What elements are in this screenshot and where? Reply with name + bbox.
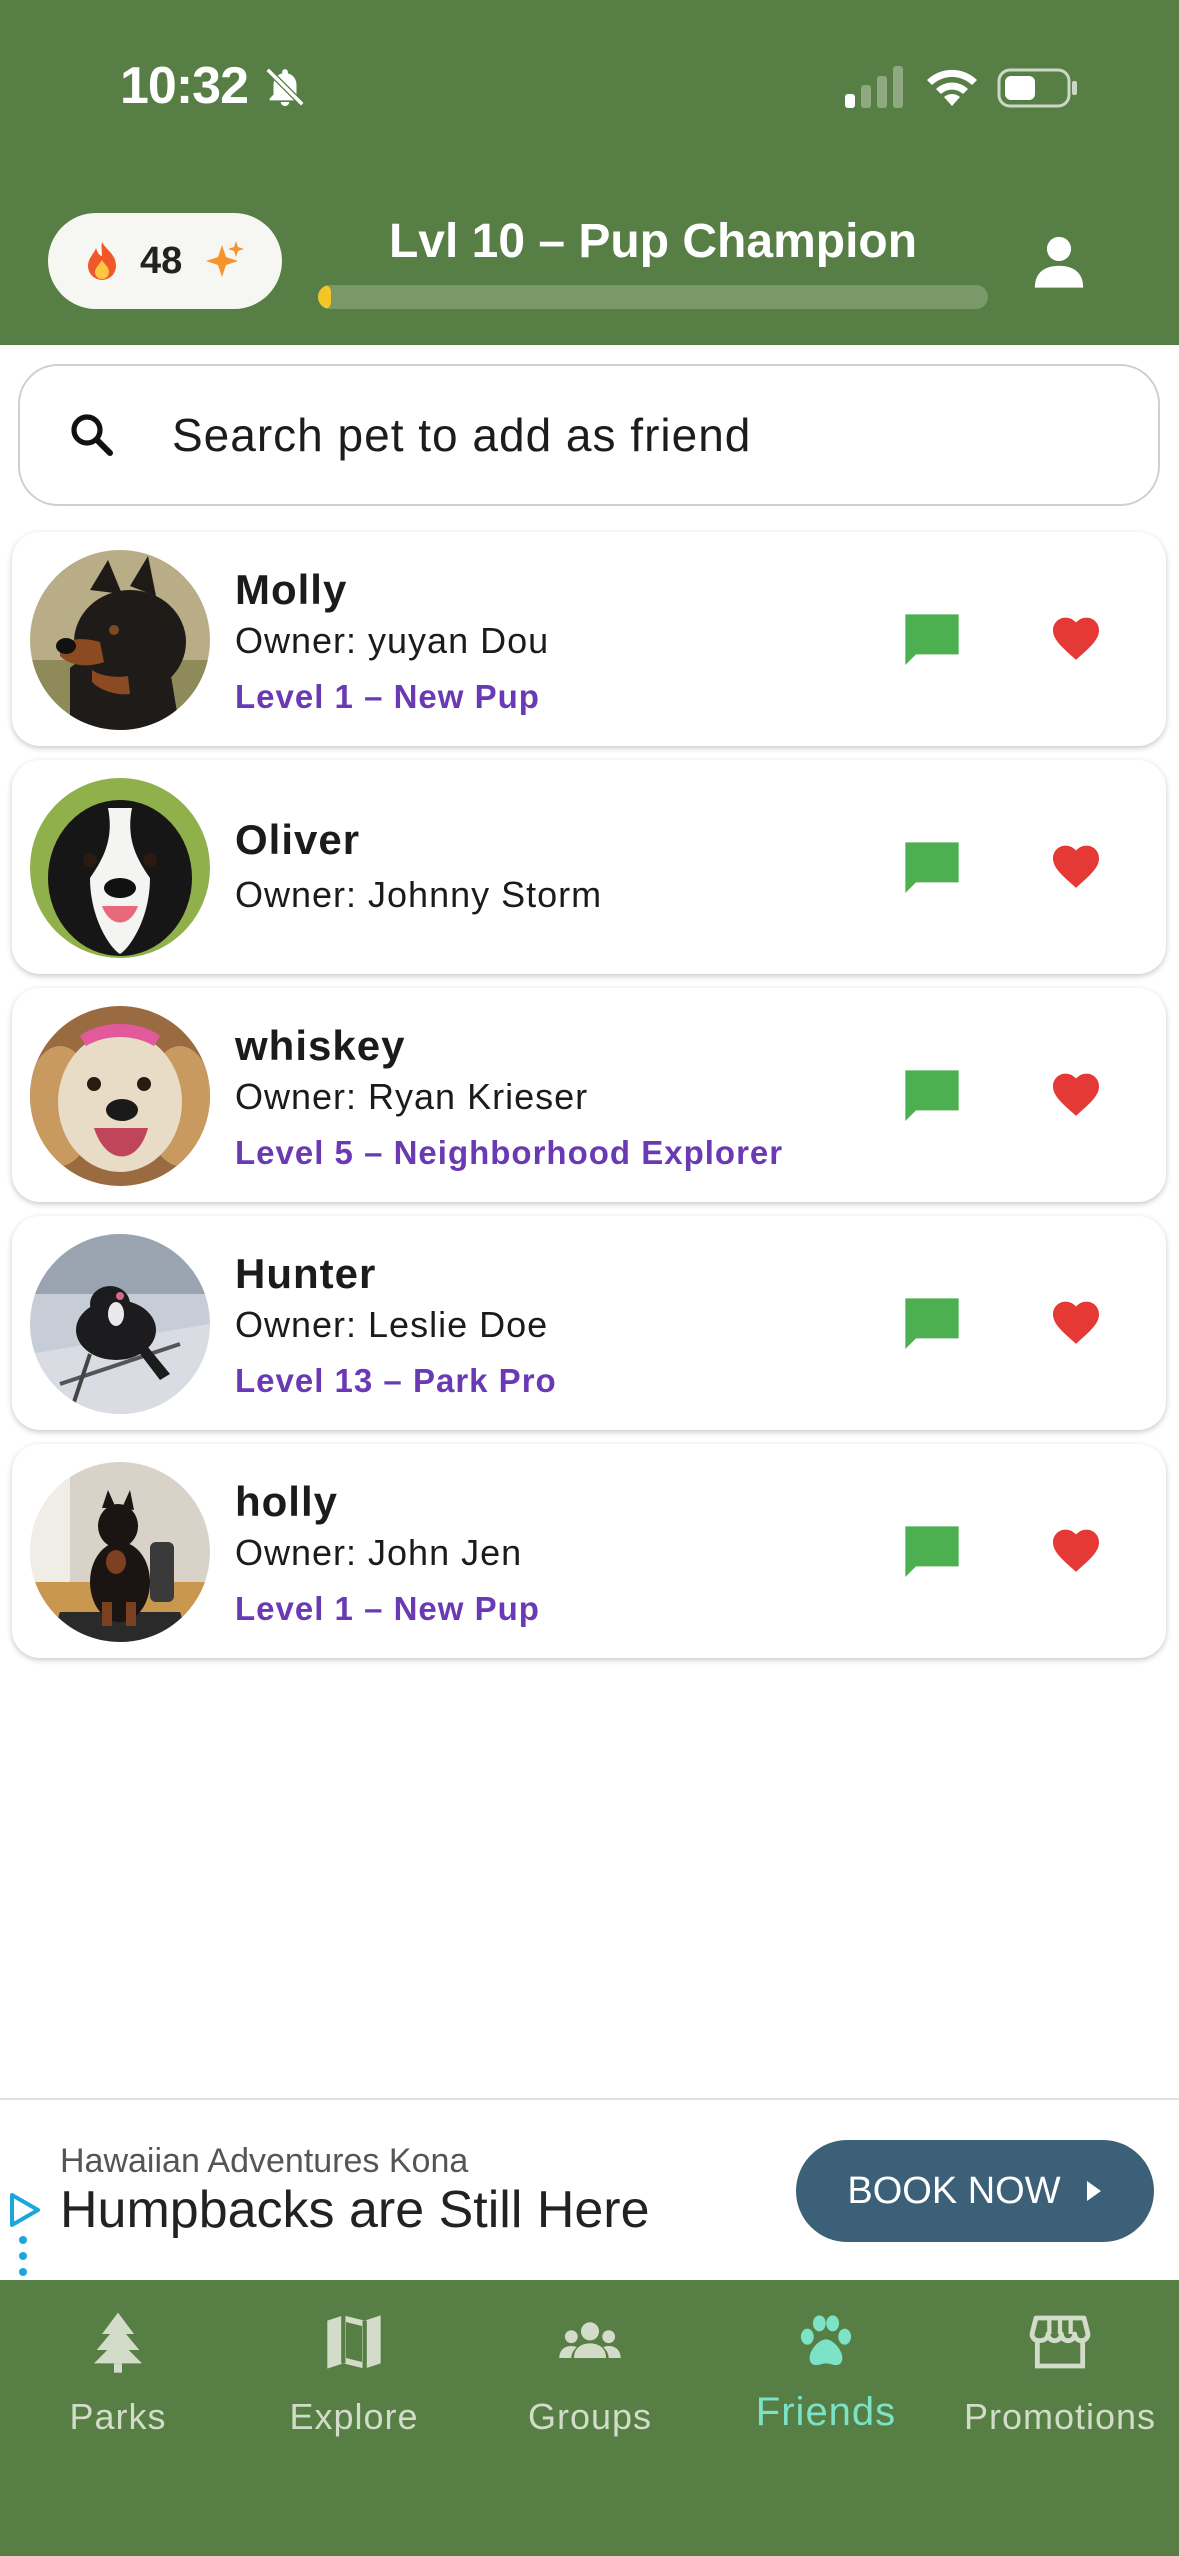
heart-icon[interactable] — [1050, 1300, 1102, 1346]
pet-avatar — [30, 778, 210, 958]
pet-owner: Owner: Ryan Krieser — [235, 1076, 589, 1117]
chat-icon[interactable] — [900, 1521, 964, 1585]
pet-level: Level 13 – Park Pro — [235, 1362, 557, 1399]
flame-icon — [88, 242, 116, 280]
ad-choices-icon[interactable] — [8, 2192, 42, 2228]
header: 10:32 48 Lvl 10 – Pup Champion — [0, 0, 1179, 345]
search-placeholder: Search pet to add as friend — [172, 409, 752, 461]
tree-icon — [94, 2312, 142, 2373]
nav-label: Friends — [755, 2390, 897, 2434]
battery-icon — [997, 68, 1077, 108]
nav-item-explore[interactable]: Explore — [236, 2310, 472, 2450]
nav-label: Groups — [527, 2396, 653, 2437]
ad-more-icon[interactable] — [17, 2234, 29, 2278]
pet-owner: Owner: Johnny Storm — [235, 874, 603, 915]
ad-book-now-button[interactable]: BOOK NOW — [796, 2140, 1154, 2242]
nav-label: Parks — [69, 2396, 167, 2437]
storefront-icon — [1029, 2315, 1091, 2369]
ad-banner[interactable]: Hawaiian Adventures Kona Humpbacks are S… — [0, 2098, 1179, 2280]
ad-headline: Humpbacks are Still Here — [60, 2181, 650, 2239]
level-title: Lvl 10 – Pup Champion — [388, 215, 918, 268]
profile-icon[interactable] — [1030, 232, 1088, 290]
nav-item-friends[interactable]: Friends — [708, 2310, 944, 2450]
group-icon — [559, 2322, 621, 2358]
nav-item-groups[interactable]: Groups — [472, 2310, 708, 2450]
streak-count: 48 — [140, 239, 183, 282]
pet-name: Molly — [235, 566, 348, 613]
pet-avatar — [30, 1462, 210, 1642]
pet-owner: Owner: yuyan Dou — [235, 620, 550, 661]
pet-level: Level 1 – New Pup — [235, 678, 540, 715]
pet-name: Hunter — [235, 1250, 377, 1297]
ad-advertiser: Hawaiian Adventures Kona — [60, 2142, 469, 2180]
xp-progress-fill — [318, 285, 332, 309]
ad-cta-label: BOOK NOW — [847, 2169, 1061, 2212]
friend-card[interactable]: Oliver Owner: Johnny Storm — [12, 760, 1166, 974]
streak-badge[interactable]: 48 — [48, 213, 282, 309]
friend-card[interactable]: Molly Owner: yuyan Dou Level 1 – New Pup — [12, 532, 1166, 746]
map-icon — [327, 2315, 381, 2369]
friend-card[interactable]: whiskey Owner: Ryan Krieser Level 5 – Ne… — [12, 988, 1166, 1202]
pet-name: whiskey — [235, 1022, 406, 1069]
paw-icon — [800, 2315, 852, 2366]
pet-name: holly — [235, 1478, 339, 1525]
pet-level: Level 5 – Neighborhood Explorer — [235, 1134, 784, 1171]
bell-off-icon — [265, 67, 305, 107]
chat-icon[interactable] — [900, 609, 964, 673]
pet-owner: Owner: Leslie Doe — [235, 1304, 549, 1345]
pet-avatar — [30, 550, 210, 730]
app-root: 10:32 48 Lvl 10 – Pup Champion Search pe… — [0, 0, 1179, 2556]
pet-owner: Owner: John Jen — [235, 1532, 523, 1573]
chat-icon[interactable] — [900, 837, 964, 901]
search-icon — [71, 414, 113, 456]
chat-icon[interactable] — [900, 1293, 964, 1357]
nav-item-parks[interactable]: Parks — [0, 2310, 236, 2450]
caret-right-icon — [1086, 2181, 1101, 2201]
pet-level: Level 1 – New Pup — [235, 1590, 540, 1627]
heart-icon[interactable] — [1050, 844, 1102, 890]
friend-card[interactable]: Hunter Owner: Leslie Doe Level 13 – Park… — [12, 1216, 1166, 1430]
heart-icon[interactable] — [1050, 616, 1102, 662]
pet-avatar — [30, 1234, 210, 1414]
chat-icon[interactable] — [900, 1065, 964, 1129]
status-time: 10:32 — [120, 57, 249, 115]
search-input[interactable]: Search pet to add as friend — [18, 364, 1160, 506]
heart-icon[interactable] — [1050, 1072, 1102, 1118]
pet-avatar — [30, 1006, 210, 1186]
sparkle-icon — [206, 241, 245, 277]
heart-icon[interactable] — [1050, 1528, 1102, 1574]
nav-label: Explore — [289, 2396, 419, 2437]
friend-card[interactable]: holly Owner: John Jen Level 1 – New Pup — [12, 1444, 1166, 1658]
nav-item-promotions[interactable]: Promotions — [942, 2310, 1178, 2450]
cellular-signal-icon — [845, 66, 903, 108]
pet-name: Oliver — [235, 816, 361, 863]
xp-progress-bar — [318, 285, 988, 309]
nav-label: Promotions — [963, 2396, 1157, 2437]
bottom-nav: Parks Explore Groups Friends Promotions — [0, 2280, 1179, 2556]
wifi-icon — [927, 69, 977, 106]
